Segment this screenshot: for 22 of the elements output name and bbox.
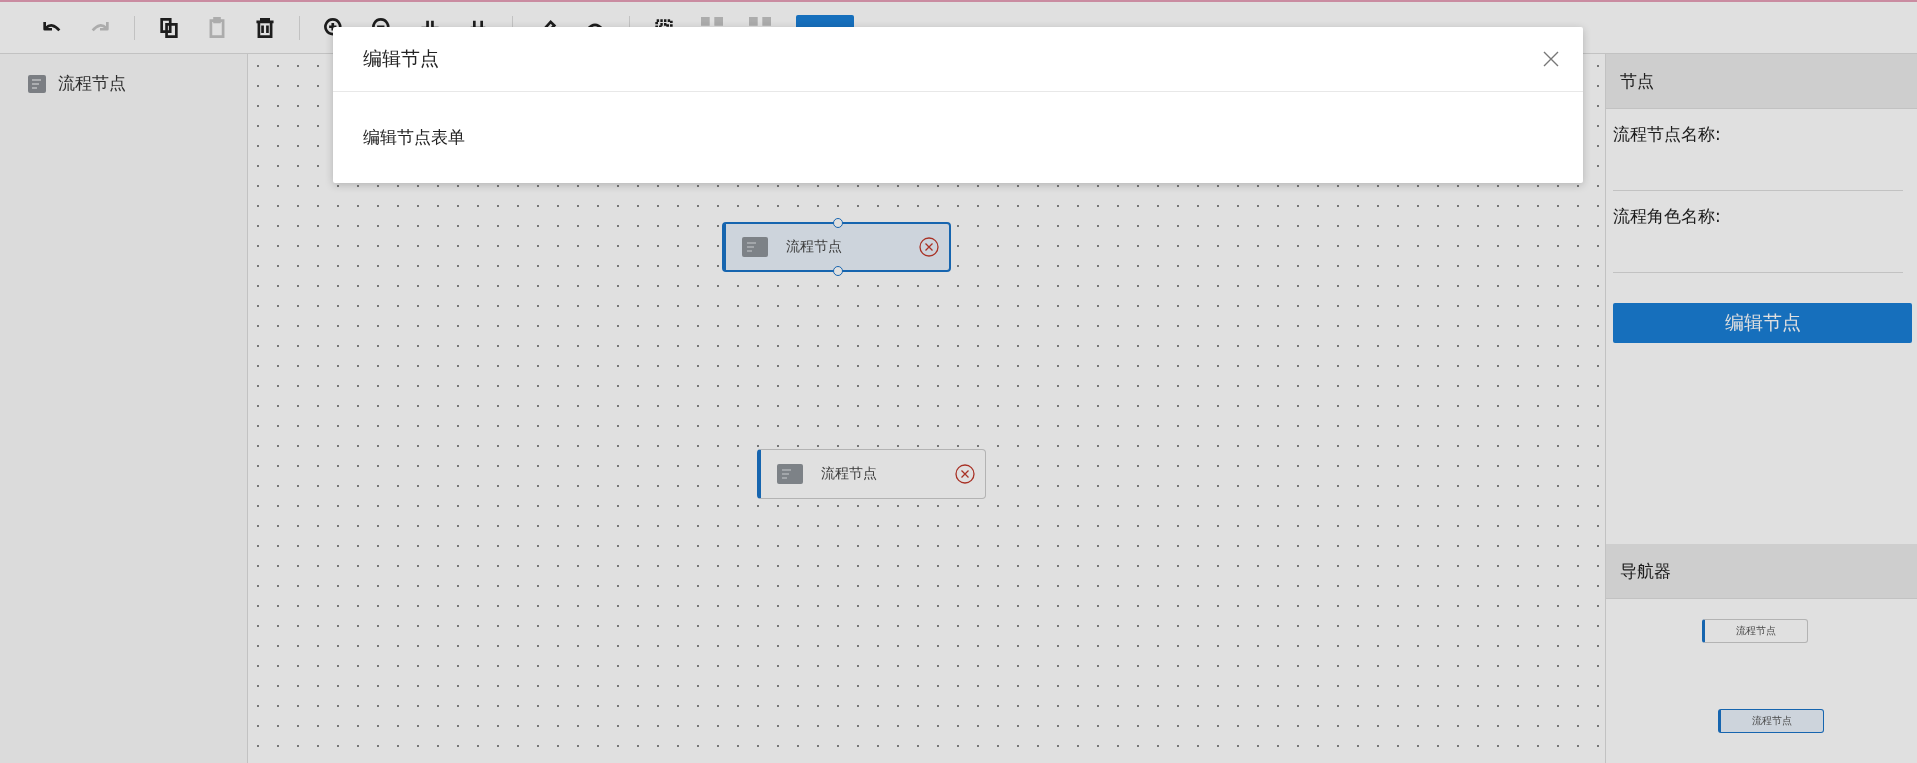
edit-node-button[interactable]: 编辑节点 (1613, 303, 1912, 343)
close-icon[interactable] (919, 237, 939, 257)
modal-title: 编辑节点 (363, 46, 439, 71)
navigator-title: 导航器 (1620, 559, 1671, 583)
field-label: 流程角色名称: (1613, 205, 1722, 228)
panel-title: 节点 (1620, 69, 1654, 93)
node-label: 流程节点 (786, 238, 843, 256)
field-label: 流程节点名称: (1613, 123, 1722, 146)
document-icon (28, 74, 46, 93)
minimap[interactable]: 流程节点 流程节点 (1606, 599, 1917, 763)
minimap-node: 流程节点 (1718, 709, 1824, 733)
node-label: 流程节点 (821, 465, 878, 483)
flow-node[interactable]: 流程节点 (757, 449, 986, 499)
anchor-handle[interactable] (832, 218, 843, 228)
minimap-node: 流程节点 (1702, 619, 1808, 643)
document-icon (777, 464, 803, 484)
modal-body-text: 编辑节点表单 (363, 127, 465, 147)
anchor-handle[interactable] (832, 266, 843, 276)
document-icon (742, 237, 768, 257)
close-icon[interactable] (1543, 51, 1559, 67)
palette-item[interactable]: 流程节点 (58, 72, 126, 95)
close-icon[interactable] (955, 464, 975, 484)
